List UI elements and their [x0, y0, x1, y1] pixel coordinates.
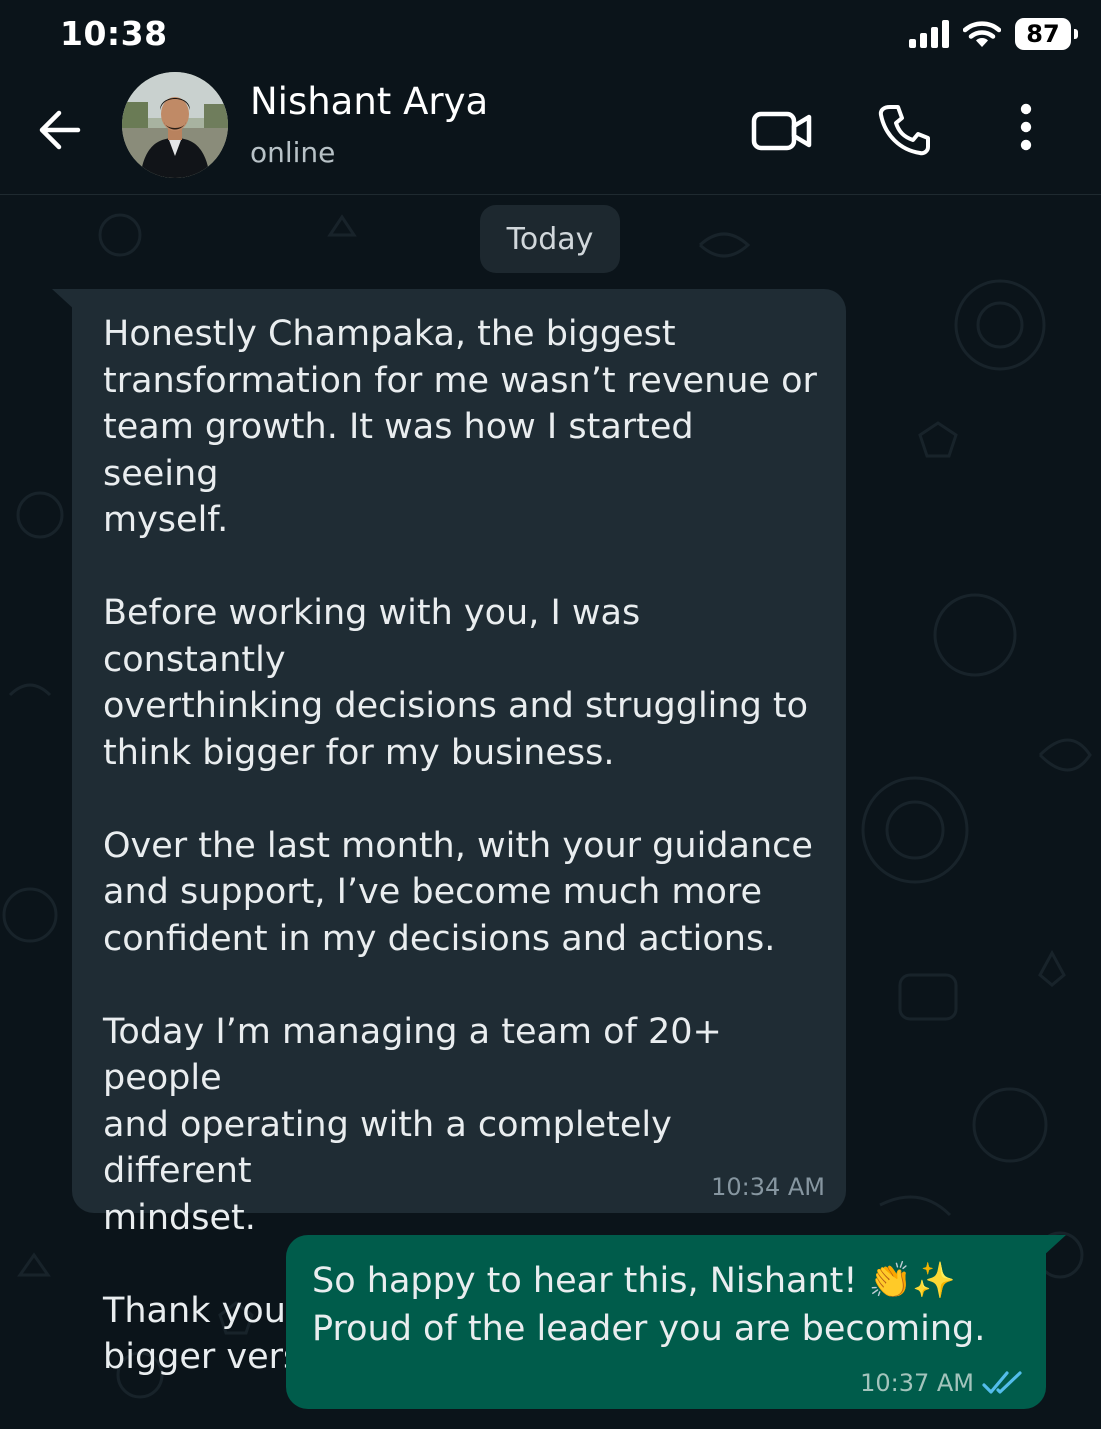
chat-screen: 10:38 87 Nishant Arya online Today Hones… — [0, 0, 1101, 1429]
chat-area[interactable]: Today Honestly Champaka, the biggest tra… — [0, 195, 1101, 1429]
more-vert-icon[interactable] — [1006, 100, 1046, 156]
contact-name[interactable]: Nishant Arya — [250, 80, 488, 123]
phone-icon[interactable] — [876, 102, 932, 158]
incoming-message-text: Honestly Champaka, the biggest transform… — [103, 314, 817, 1377]
status-icons: 87 — [909, 18, 1078, 50]
contact-avatar[interactable] — [122, 72, 228, 178]
video-call-icon[interactable] — [750, 104, 814, 158]
chat-header: 10:38 87 Nishant Arya online — [0, 0, 1101, 195]
battery-icon: 87 — [1015, 18, 1078, 50]
status-time: 10:38 — [60, 14, 168, 53]
outgoing-message-meta: 10:37 AM — [860, 1369, 1024, 1397]
date-divider: Today — [480, 205, 620, 273]
contact-status: online — [250, 136, 336, 169]
incoming-message-time: 10:34 AM — [711, 1173, 825, 1201]
outgoing-message-bubble[interactable]: So happy to hear this, Nishant! 👏✨ Proud… — [286, 1235, 1046, 1409]
outgoing-message-time: 10:37 AM — [860, 1369, 974, 1397]
double-check-read-icon — [982, 1371, 1022, 1394]
back-arrow-icon[interactable] — [34, 104, 86, 156]
outgoing-message-text: So happy to hear this, Nishant! 👏✨ Proud… — [312, 1261, 986, 1349]
cellular-signal-icon — [909, 20, 949, 48]
incoming-message-bubble[interactable]: Honestly Champaka, the biggest transform… — [72, 289, 846, 1377]
wifi-icon — [963, 21, 1001, 47]
